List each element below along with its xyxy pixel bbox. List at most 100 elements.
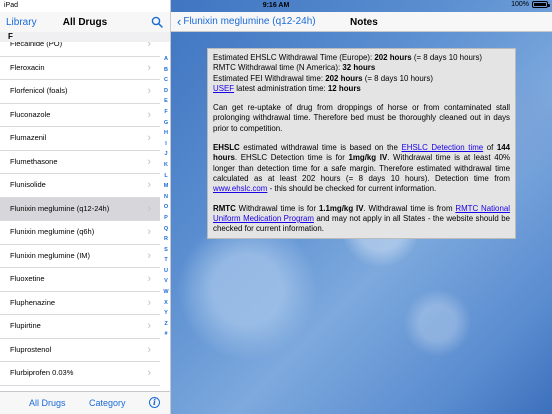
ehslc-website-link[interactable]: www.ehslc.com: [213, 184, 267, 193]
index-letter[interactable]: #: [161, 329, 171, 340]
chevron-right-icon: ›: [147, 179, 151, 191]
index-letter[interactable]: T: [161, 255, 171, 266]
fei-withdrawal-days: (= 8 days 10 hours): [362, 73, 433, 83]
list-item[interactable]: Fluprostenol ›: [0, 338, 160, 362]
ehslc-withdrawal-value: 202 hours: [374, 53, 412, 62]
list-item-label: Flumazenil: [10, 133, 47, 142]
chevron-right-icon: ›: [147, 132, 151, 144]
rmtc-withdrawal-value: 32 hours: [342, 63, 376, 73]
list-item-label: Flunixin meglumine (q6h): [10, 227, 95, 236]
index-letter[interactable]: S: [161, 245, 171, 256]
detail-title: Notes: [350, 17, 378, 28]
index-letter[interactable]: Z: [161, 319, 171, 330]
list-item[interactable]: Florfenicol (foals) ›: [0, 80, 160, 104]
index-letter[interactable]: H: [161, 128, 171, 139]
reuptake-note: Can get re-uptake of drug from droppings…: [213, 103, 510, 133]
list-nav-bar: Library All Drugs: [0, 12, 170, 32]
index-letter[interactable]: L: [161, 171, 171, 182]
ehslc-heading: EHSLC: [213, 143, 240, 153]
list-item[interactable]: Flurbiprofen 0.03% ›: [0, 362, 160, 386]
index-letter[interactable]: R: [161, 234, 171, 245]
index-letter[interactable]: O: [161, 202, 171, 213]
chevron-left-icon: ‹: [177, 13, 182, 29]
back-button-label: Flunixin meglumine (q12-24h): [183, 16, 316, 27]
list-item[interactable]: Fluconazole ›: [0, 103, 160, 127]
chevron-right-icon: ›: [147, 320, 151, 332]
ehslc-dose: 1mg/kg IV: [348, 153, 388, 163]
list-item[interactable]: Flumazenil ›: [0, 127, 160, 151]
alphabet-index[interactable]: A B C D E F G H I J K L M N O P Q R S T U V W X Y Z #: [161, 54, 171, 340]
list-item[interactable]: Flunixin meglumine (IM) ›: [0, 244, 160, 268]
list-item-label: Fleroxacin: [10, 62, 45, 72]
chevron-right-icon: ›: [147, 155, 151, 168]
chevron-right-icon: ›: [147, 85, 151, 97]
rmtc-withdrawal-label: RMTC Withdrawal time (N America):: [213, 63, 343, 73]
index-letter[interactable]: V: [161, 276, 171, 287]
ehslc-text-3: . EHSLC Detection time is for: [234, 153, 349, 163]
rmtc-text-1: Withdrawal time is for: [235, 203, 319, 213]
list-item[interactable]: Fluphenazine ›: [0, 291, 160, 315]
index-letter[interactable]: W: [161, 287, 171, 298]
chevron-right-icon: ›: [147, 226, 151, 238]
list-item[interactable]: Flecainide (PO) ›: [0, 42, 160, 57]
chevron-right-icon: ›: [147, 273, 151, 285]
usef-link[interactable]: USEF: [213, 84, 234, 93]
index-letter[interactable]: C: [161, 75, 171, 86]
chevron-right-icon: ›: [147, 108, 151, 121]
list-item-label: Fluoxetine: [10, 274, 45, 283]
index-letter[interactable]: U: [161, 266, 171, 277]
drug-list-pane: Library All Drugs F Flecainide (PO) › Fler…: [0, 0, 171, 414]
search-icon[interactable]: [151, 16, 163, 28]
index-letter[interactable]: M: [161, 181, 171, 192]
index-letter[interactable]: A: [161, 54, 171, 65]
index-letter[interactable]: D: [161, 86, 171, 97]
index-letter[interactable]: Y: [161, 308, 171, 319]
list-item[interactable]: Flunixin meglumine (q12-24h) ›: [0, 197, 160, 221]
tab-category[interactable]: Category: [89, 398, 126, 408]
notes-pane: ‹ Flunixin meglumine (q12-24h) Notes Est…: [171, 0, 552, 414]
list-item[interactable]: Flumethasone ›: [0, 150, 160, 174]
chevron-right-icon: ›: [147, 202, 151, 215]
list-item-label: Florfenicol (foals): [10, 86, 68, 95]
rmtc-dose: 1.1mg/kg IV: [318, 203, 364, 213]
index-letter[interactable]: F: [161, 107, 171, 118]
chevron-right-icon: ›: [147, 249, 151, 262]
info-icon[interactable]: i: [149, 397, 160, 408]
list-item-label: Flecainide (PO): [10, 42, 63, 48]
index-letter[interactable]: Q: [161, 224, 171, 235]
tab-all-drugs[interactable]: All Drugs: [29, 398, 66, 408]
ehslc-text-1: estimated withdrawal time is based on th…: [239, 143, 402, 153]
list-item-label: Flunixin meglumine (IM): [10, 250, 91, 260]
index-letter[interactable]: N: [161, 192, 171, 203]
index-letter[interactable]: J: [161, 149, 171, 160]
rmtc-note: RMTC Withdrawal time is for 1.1mg/kg IV.…: [213, 204, 510, 235]
section-header-f: F: [0, 32, 170, 42]
index-letter[interactable]: B: [161, 65, 171, 76]
chevron-right-icon: ›: [147, 343, 151, 356]
list-item[interactable]: Flupirtine ›: [0, 315, 160, 339]
ehslc-text-5: - this should be checked for current inf…: [267, 184, 437, 194]
withdrawal-summary: Estimated EHSLC Withdrawal Time (Europe)…: [213, 53, 510, 94]
ehslc-detection-link[interactable]: EHSLC Detection time: [402, 143, 484, 152]
list-item[interactable]: Fleroxacin ›: [0, 56, 160, 80]
rmtc-text-2: . Withdrawal time is from: [363, 203, 456, 213]
list-item[interactable]: Flunisolide ›: [0, 174, 160, 198]
drug-list[interactable]: Flecainide (PO) › Fleroxacin › Florfenicol (…: [0, 42, 160, 391]
index-letter[interactable]: K: [161, 160, 171, 171]
chevron-right-icon: ›: [147, 61, 151, 74]
list-item-label: Flupirtine: [10, 321, 41, 330]
chevron-right-icon: ›: [147, 367, 151, 379]
index-letter[interactable]: E: [161, 96, 171, 107]
index-letter[interactable]: G: [161, 118, 171, 129]
list-item[interactable]: Fluoxetine ›: [0, 268, 160, 292]
index-letter[interactable]: P: [161, 213, 171, 224]
list-item[interactable]: Flunixin meglumine (q6h) ›: [0, 221, 160, 245]
battery-indicator: 100%: [511, 1, 550, 8]
list-item-label: Flumethasone: [10, 156, 58, 166]
index-letter[interactable]: X: [161, 298, 171, 309]
usef-label: latest administration time:: [234, 83, 328, 93]
back-button[interactable]: ‹ Flunixin meglumine (q12-24h): [177, 13, 316, 29]
list-item-label: Fluprostenol: [10, 344, 52, 354]
list-item-label: Flunisolide: [10, 180, 46, 189]
index-letter[interactable]: I: [161, 139, 171, 150]
